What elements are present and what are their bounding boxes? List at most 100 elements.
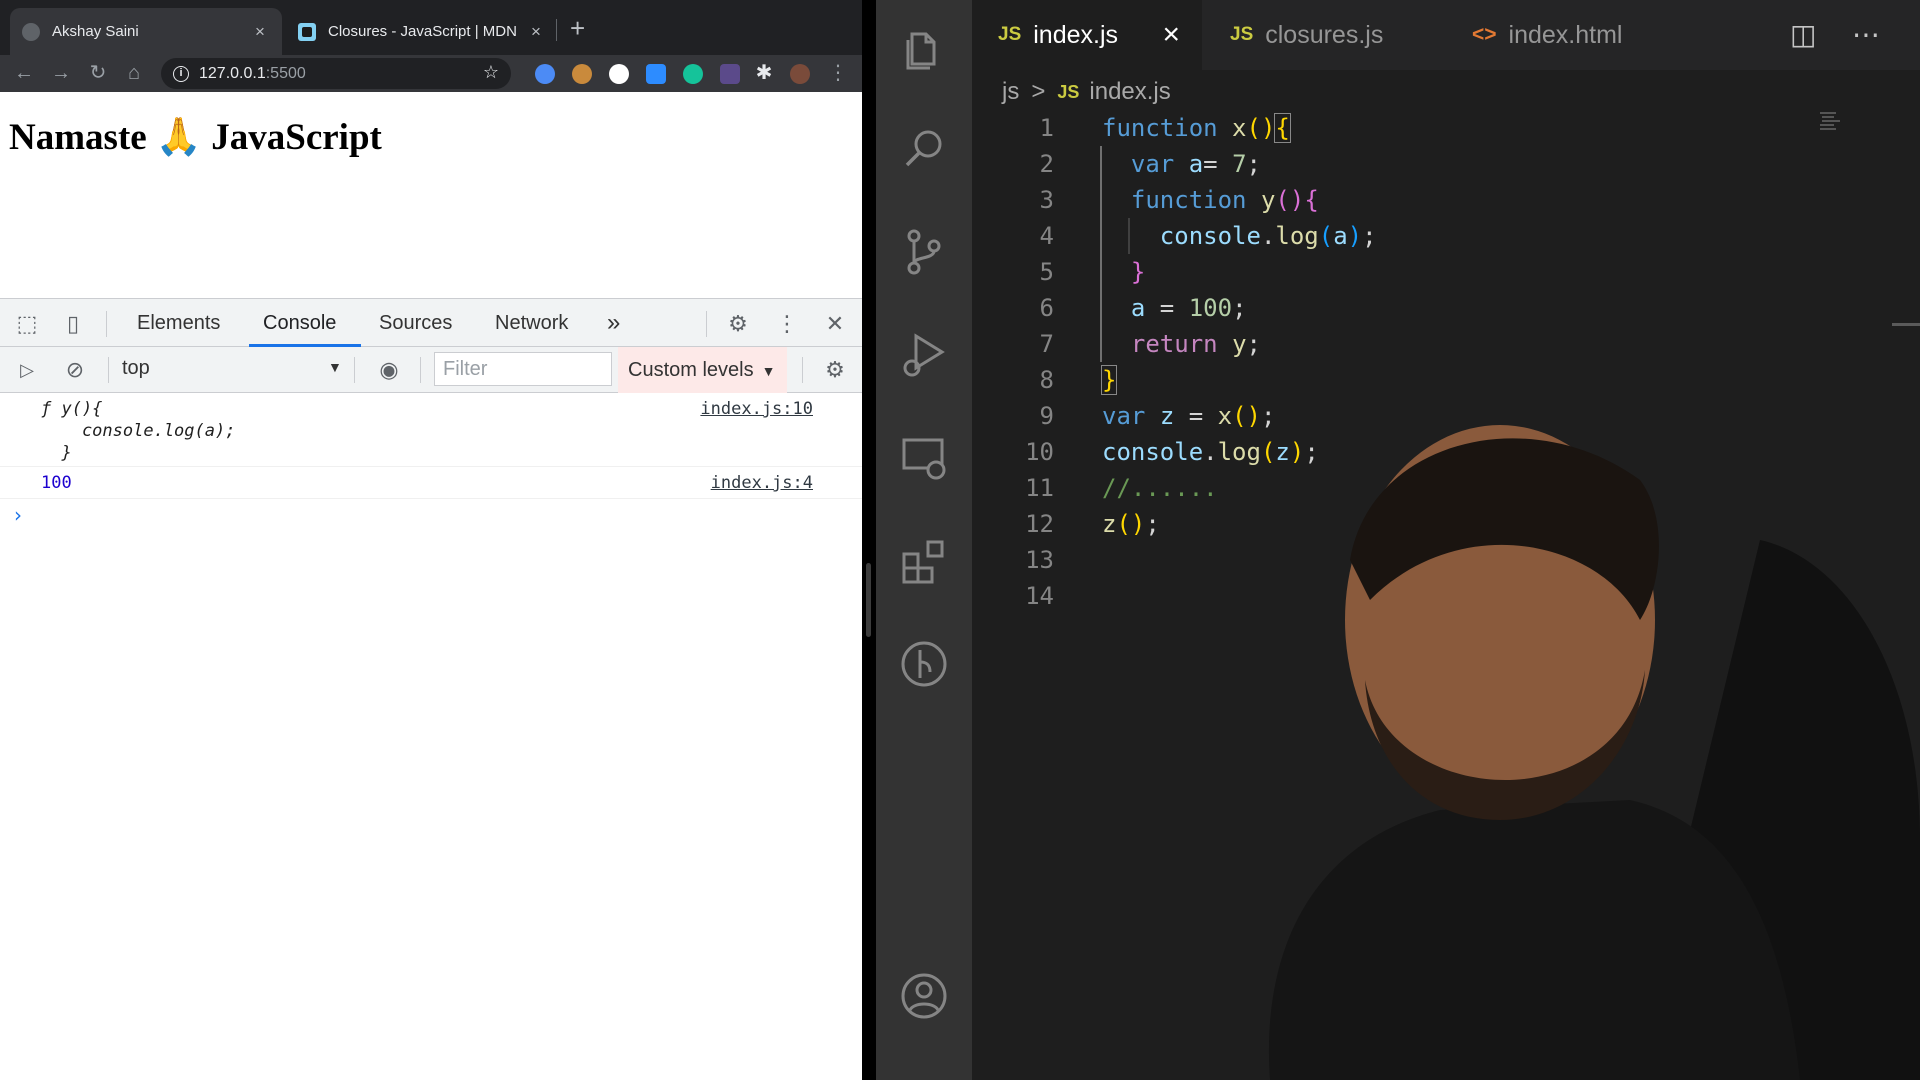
- extensions-puzzle-icon[interactable]: ✱: [752, 61, 776, 85]
- search-icon[interactable]: [898, 122, 950, 174]
- more-tabs-icon[interactable]: »: [607, 309, 620, 337]
- resize-handle[interactable]: [866, 563, 871, 637]
- browser-toolbar: ← → ↻ ⌂ i 127.0.0.1 :5500 ☆ ✱ ⋮: [0, 55, 862, 92]
- divider: [108, 357, 109, 383]
- url-port: :5500: [265, 64, 306, 82]
- browser-menu-icon[interactable]: ⋮: [826, 61, 850, 85]
- site-info-icon[interactable]: i: [173, 65, 189, 82]
- extensions-icon[interactable]: [898, 534, 950, 586]
- close-tab-icon[interactable]: ×: [250, 22, 270, 42]
- settings-gear-icon[interactable]: ⚙: [725, 311, 751, 337]
- remote-explorer-icon[interactable]: [898, 432, 950, 484]
- new-tab-button[interactable]: +: [570, 14, 585, 42]
- source-link[interactable]: index.js:10: [700, 399, 813, 419]
- device-toolbar-icon[interactable]: ▯: [60, 311, 86, 337]
- extension-chart-icon[interactable]: [535, 64, 555, 84]
- divider: [802, 357, 803, 383]
- git-graph-icon[interactable]: [898, 638, 950, 690]
- divider: [106, 311, 107, 337]
- tab-filename: index.js: [1033, 20, 1119, 49]
- inspect-element-icon[interactable]: ⬚: [14, 311, 40, 337]
- line-number: 6: [1039, 294, 1054, 322]
- tab-closures-js[interactable]: JS closures.js: [1204, 0, 1444, 70]
- chevron-down-icon[interactable]: ▼: [328, 359, 342, 375]
- log-levels-dropdown[interactable]: Custom levels ▼: [618, 347, 787, 393]
- web-page: Namaste 🙏 JavaScript: [0, 92, 862, 298]
- console-function-line: console.log(a);: [41, 421, 236, 441]
- clear-console-icon[interactable]: ⊘: [62, 357, 88, 383]
- keyword: function: [1102, 114, 1218, 142]
- console-settings-gear-icon[interactable]: ⚙: [822, 357, 848, 383]
- grammarly-icon[interactable]: [683, 64, 703, 84]
- line-number: 7: [1039, 330, 1054, 358]
- javascript-file-icon: JS: [1057, 81, 1080, 102]
- devtools-menu-icon[interactable]: ⋮: [774, 311, 800, 337]
- operator: =: [1203, 150, 1233, 178]
- more-actions-icon[interactable]: ⋯: [1852, 18, 1880, 51]
- url-host: 127.0.0.1: [199, 64, 266, 82]
- account-icon[interactable]: [898, 970, 950, 1022]
- console-message: 100 index.js:4: [0, 467, 862, 499]
- forward-arrow-icon[interactable]: →: [49, 61, 73, 85]
- keyword: var: [1102, 402, 1146, 430]
- function-name: z: [1102, 510, 1117, 538]
- extension-avatar-icon[interactable]: [720, 64, 740, 84]
- address-bar[interactable]: i 127.0.0.1 :5500 ☆: [161, 58, 511, 89]
- editor-tab-bar: JS index.js × JS closures.js <> index.ht…: [972, 0, 1920, 70]
- chevron-down-icon: ▼: [761, 363, 776, 379]
- breadcrumb: js > JS index.js: [1002, 78, 1171, 106]
- identifier: y: [1232, 330, 1247, 358]
- line-number: 1: [1039, 114, 1054, 142]
- extension-cookie-icon[interactable]: [572, 64, 592, 84]
- code-line: 6 a = 100;: [972, 290, 1920, 326]
- code-line: 2 var a= 7;: [972, 146, 1920, 182]
- sidebar-toggle-icon[interactable]: ▷: [14, 357, 40, 383]
- line-number: 11: [1025, 474, 1054, 502]
- tab-filename: closures.js: [1265, 20, 1384, 49]
- extension-compass-icon[interactable]: [609, 64, 629, 84]
- extension-video-icon[interactable]: [646, 64, 666, 84]
- html-file-icon: <>: [1472, 23, 1497, 46]
- browser-tab-akshay[interactable]: Akshay Saini ×: [10, 8, 282, 55]
- code-line: 5 }: [972, 254, 1920, 290]
- console-number-value: 100: [41, 473, 72, 493]
- live-expression-eye-icon[interactable]: ◉: [376, 357, 402, 383]
- close-devtools-icon[interactable]: ✕: [822, 311, 848, 337]
- tab-network[interactable]: Network: [495, 312, 568, 335]
- method-name: log: [1275, 222, 1319, 250]
- tab-sources[interactable]: Sources: [379, 312, 452, 335]
- tab-elements[interactable]: Elements: [137, 312, 220, 335]
- page-heading: Namaste 🙏 JavaScript: [9, 117, 382, 158]
- split-editor-icon[interactable]: ◫: [1790, 18, 1816, 51]
- source-control-icon[interactable]: [898, 226, 950, 278]
- run-debug-icon[interactable]: [898, 328, 950, 380]
- breadcrumb-file[interactable]: index.js: [1089, 78, 1170, 106]
- close-tab-icon[interactable]: ×: [1162, 18, 1180, 52]
- tab-index-js[interactable]: JS index.js ×: [972, 0, 1202, 70]
- back-arrow-icon[interactable]: ←: [12, 61, 36, 85]
- presenter-webcam-overlay: [1268, 425, 1920, 1080]
- devtools-panel: ⬚ ▯ Elements Console Sources Network » ⚙…: [0, 298, 862, 1080]
- browser-tab-mdn[interactable]: Closures - JavaScript | MDN ×: [286, 8, 558, 55]
- reload-icon[interactable]: ↻: [86, 61, 110, 85]
- breadcrumb-folder[interactable]: js: [1002, 78, 1019, 106]
- console-filter-input[interactable]: Filter: [434, 352, 612, 386]
- console-prompt[interactable]: ›: [14, 503, 22, 527]
- tab-console[interactable]: Console: [263, 312, 336, 335]
- devtools-tab-bar: ⬚ ▯ Elements Console Sources Network » ⚙…: [0, 299, 862, 347]
- profile-avatar[interactable]: [790, 64, 810, 84]
- explorer-files-icon[interactable]: [898, 22, 950, 74]
- close-tab-icon[interactable]: ×: [526, 22, 546, 42]
- divider: [706, 311, 707, 337]
- number-literal: 7: [1232, 150, 1247, 178]
- code-line: 4 console.log(a);: [972, 218, 1920, 254]
- home-icon[interactable]: ⌂: [122, 61, 146, 85]
- source-link[interactable]: index.js:4: [711, 473, 813, 493]
- function-name: y: [1260, 186, 1276, 214]
- line-number: 9: [1039, 402, 1054, 430]
- tab-index-html[interactable]: <> index.html: [1446, 0, 1670, 70]
- bookmark-star-icon[interactable]: ☆: [483, 62, 499, 83]
- context-selector[interactable]: top: [122, 357, 150, 380]
- browser-tab-strip: Akshay Saini × Closures - JavaScript | M…: [0, 0, 862, 55]
- variable: z: [1159, 402, 1175, 430]
